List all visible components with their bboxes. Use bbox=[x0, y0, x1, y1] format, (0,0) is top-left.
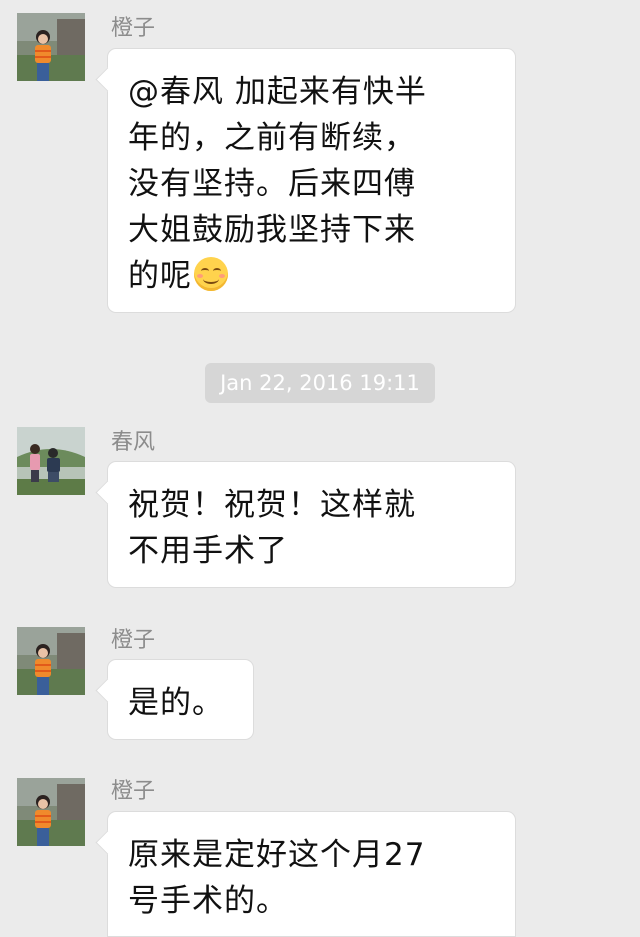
message-text: 没有坚持。后来四傅 bbox=[128, 166, 416, 202]
message-text: 祝贺！祝贺！这样就 bbox=[128, 487, 416, 523]
avatar[interactable] bbox=[17, 427, 85, 495]
message-text: 的呢 bbox=[128, 258, 192, 294]
chat-thread: 橙子 @春风 加起来有快半 年的，之前有断续， 没有坚持。后来四傅 大姐鼓励我坚… bbox=[0, 0, 640, 937]
sender-name: 橙子 bbox=[111, 628, 156, 653]
message-text: 号手术的。 bbox=[128, 883, 288, 919]
message-text-last: 的呢 bbox=[128, 253, 497, 299]
message-bubble[interactable]: 原来是定好这个月27 号手术的。 bbox=[107, 811, 516, 937]
message-text: 大姐鼓励我坚持下来 bbox=[128, 212, 416, 248]
message-text: 不用手术了 bbox=[128, 533, 288, 569]
message-text: 原来是定好这个月27 bbox=[128, 837, 426, 873]
smiling-face-icon bbox=[194, 257, 228, 291]
sender-name: 橙子 bbox=[111, 779, 156, 804]
avatar[interactable] bbox=[17, 778, 85, 846]
sender-name: 春风 bbox=[111, 430, 156, 455]
message-text: 年的，之前有断续， bbox=[128, 120, 416, 156]
message-bubble[interactable]: 祝贺！祝贺！这样就 不用手术了 bbox=[107, 461, 516, 588]
sender-name: 橙子 bbox=[111, 16, 156, 41]
message-bubble[interactable]: 是的。 bbox=[107, 659, 254, 740]
message-text: @春风 加起来有快半 bbox=[128, 74, 427, 110]
message-bubble[interactable]: @春风 加起来有快半 年的，之前有断续， 没有坚持。后来四傅 大姐鼓励我坚持下来… bbox=[107, 48, 516, 313]
avatar[interactable] bbox=[17, 627, 85, 695]
timestamp-badge: Jan 22, 2016 19:11 bbox=[205, 363, 435, 403]
message-text: 是的。 bbox=[128, 685, 224, 721]
avatar[interactable] bbox=[17, 13, 85, 81]
